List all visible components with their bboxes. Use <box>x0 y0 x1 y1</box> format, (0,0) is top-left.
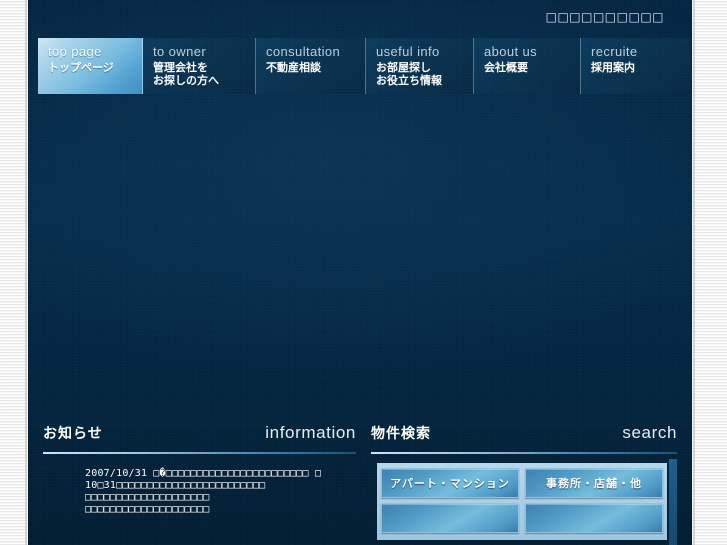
search-button-label: アパート・マンション <box>390 476 510 490</box>
site-content-area: □□□□□□□□□□ top page トップページ to owner 管理会社… <box>28 0 692 545</box>
information-title-en: information <box>265 423 356 442</box>
information-panel-header: お知らせ information <box>43 422 356 450</box>
news-date: 2007/10/31 <box>85 468 148 479</box>
information-divider <box>43 452 356 454</box>
browser-page: □□□□□□□□□□ top page トップページ to owner 管理会社… <box>0 0 727 545</box>
nav-label-jp: トップページ <box>48 61 114 74</box>
nav-label-en: top page <box>48 44 102 59</box>
nav-label-en: consultation <box>266 44 341 59</box>
search-panel: 物件検索 search アパート・マンション 事務所・店舗・他 <box>371 422 677 545</box>
nav-label-en: useful info <box>376 44 440 59</box>
nav-label-en: to owner <box>153 44 207 59</box>
page-left-margin-edge <box>25 0 27 545</box>
nav-item-about-us[interactable]: about us 会社概要 <box>474 38 581 94</box>
news-text-line-4: □□□□□□□□□□□□□□□□□□□□ <box>85 504 210 515</box>
search-button-row: アパート・マンション 事務所・店舗・他 <box>381 468 663 498</box>
nav-item-consultation[interactable]: consultation 不動産相談 <box>256 38 366 94</box>
search-button-row-secondary <box>381 503 663 533</box>
nav-label-jp: 採用案内 <box>591 61 635 74</box>
news-text-line-3: □□□□□□□□□□□□□□□□□□□□ <box>85 492 210 503</box>
page-right-margin-edge <box>693 0 695 545</box>
nav-label-jp: 不動産相談 <box>266 61 321 74</box>
lower-panels: お知らせ information 2007/10/31 □�□□□□□□□□□□□… <box>28 422 692 545</box>
nav-item-useful-info[interactable]: useful info お部屋探し お役立ち情報 <box>366 38 474 94</box>
search-title-jp: 物件検索 <box>371 426 431 442</box>
nav-item-to-owner[interactable]: to owner 管理会社を お探しの方へ <box>143 38 256 94</box>
nav-label-jp: 管理会社を お探しの方へ <box>153 61 219 87</box>
search-panel-header: 物件検索 search <box>371 422 677 450</box>
nav-label-jp: 会社概要 <box>484 61 528 74</box>
hero-banner-area <box>28 96 692 418</box>
nav-label-jp: お部屋探し お役立ち情報 <box>376 61 442 87</box>
search-divider <box>371 452 677 454</box>
search-title-en: search <box>622 423 677 442</box>
search-button-row2-left[interactable] <box>381 503 519 533</box>
property-search-buttons: アパート・マンション 事務所・店舗・他 <box>377 463 667 540</box>
search-button-apartment-mansion[interactable]: アパート・マンション <box>381 468 519 498</box>
information-panel: お知らせ information 2007/10/31 □�□□□□□□□□□□□… <box>43 422 356 516</box>
news-text-line-1: □�□□□□□□□□□□□□□□□□□□□□□□□ □ <box>153 468 322 479</box>
site-title-label: □□□□□□□□□□ <box>545 10 664 24</box>
nav-label-en: about us <box>484 44 538 59</box>
search-button-row2-right[interactable] <box>525 503 663 533</box>
news-list: 2007/10/31 □�□□□□□□□□□□□□□□□□□□□□□□□ □ 10… <box>43 468 356 516</box>
news-item[interactable]: 2007/10/31 □�□□□□□□□□□□□□□□□□□□□□□□□ □ <box>85 468 356 480</box>
nav-item-top-page[interactable]: top page トップページ <box>38 38 143 94</box>
information-title-jp: お知らせ <box>43 426 103 442</box>
search-button-office-shop-other[interactable]: 事務所・店舗・他 <box>525 468 663 498</box>
nav-item-recruite[interactable]: recruite 採用案内 <box>581 38 691 94</box>
search-button-label: 事務所・店舗・他 <box>546 476 642 490</box>
nav-label-en: recruite <box>591 44 638 59</box>
news-text-line-2: 10□31□□□□□□□□□□□□□□□□□□□□□□□□ <box>85 480 266 491</box>
search-panel-scrollbar[interactable] <box>669 459 677 545</box>
global-navigation: top page トップページ to owner 管理会社を お探しの方へ co… <box>38 38 691 94</box>
